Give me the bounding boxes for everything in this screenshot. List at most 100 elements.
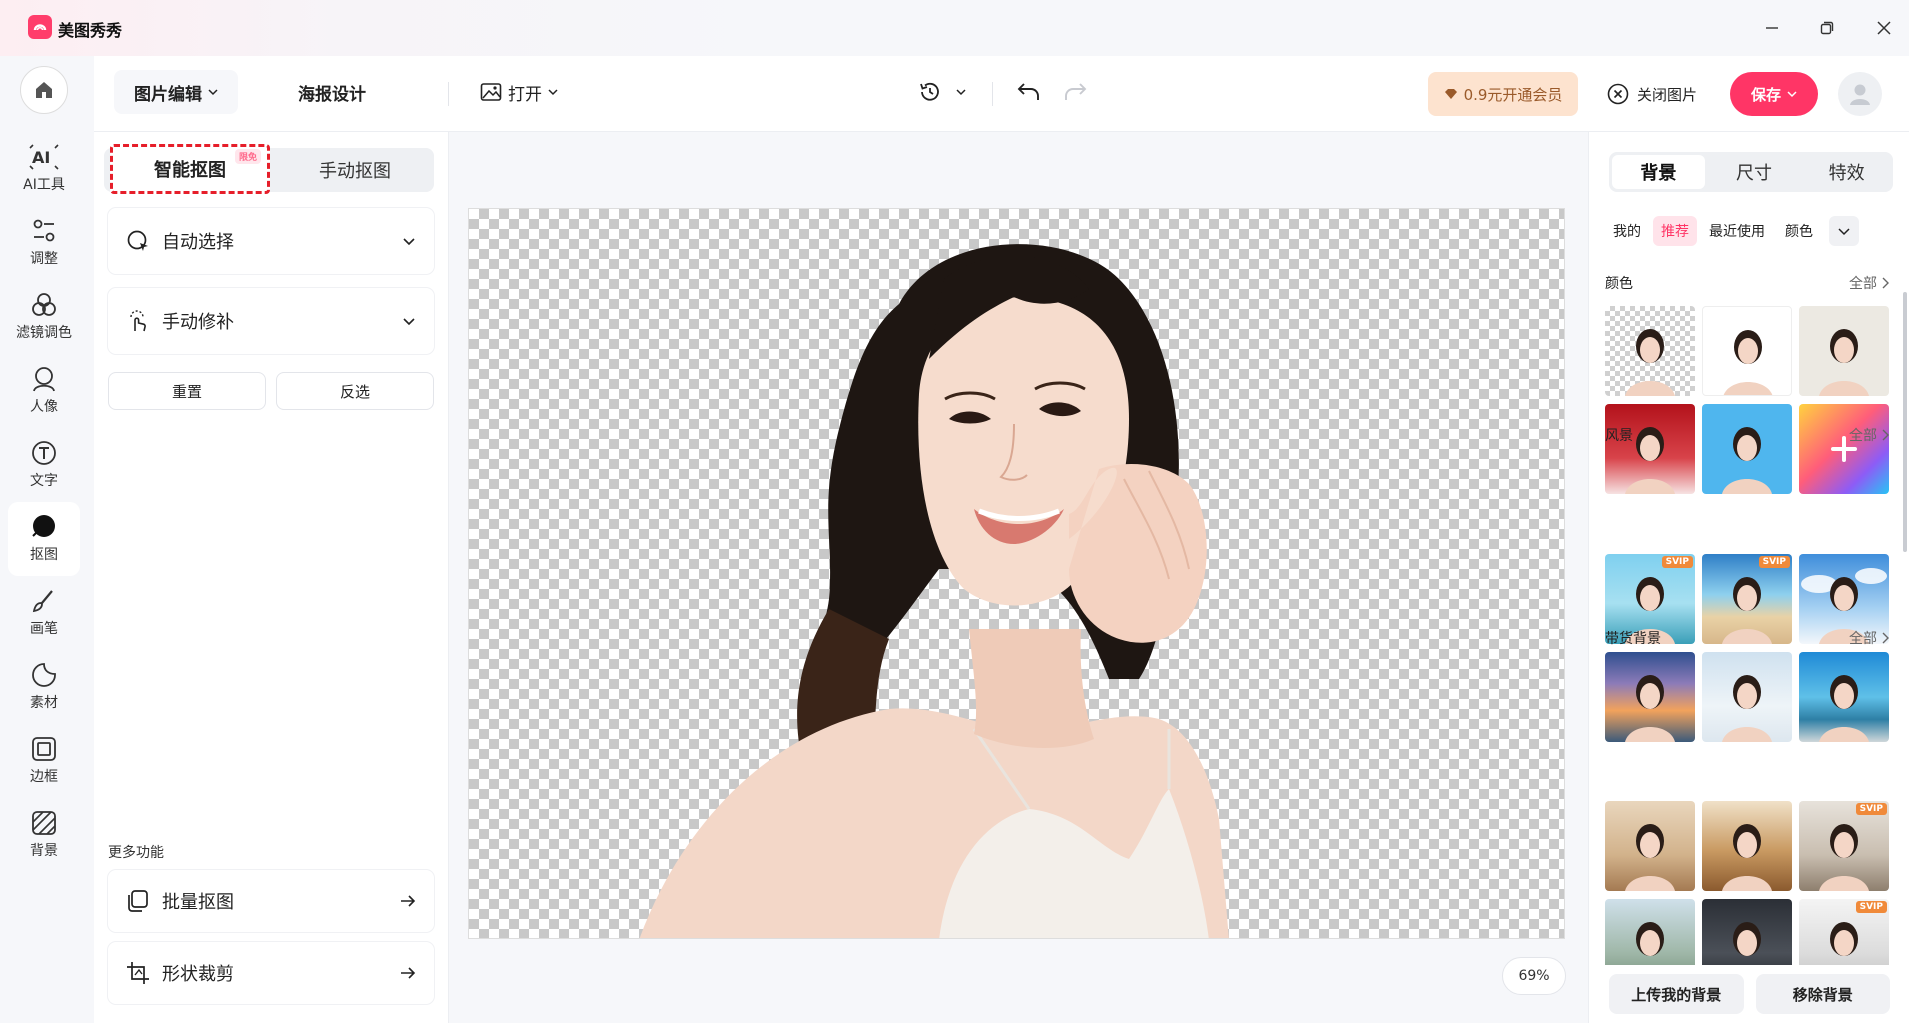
tab-smart-cutout-label: 智能抠图 bbox=[154, 160, 226, 181]
undo-button[interactable] bbox=[1016, 74, 1042, 110]
chevron-right-icon bbox=[1882, 632, 1889, 644]
open-button[interactable]: 打开 bbox=[480, 74, 558, 110]
tab-smart-cutout[interactable]: 智能抠图 限免 bbox=[110, 144, 270, 194]
crop-icon bbox=[127, 962, 149, 984]
batch-cutout-label: 批量抠图 bbox=[162, 892, 234, 913]
mini-portrait-figure bbox=[1819, 329, 1869, 396]
nav-portrait[interactable]: 人像 bbox=[8, 354, 80, 428]
nav-sticker[interactable]: 素材 bbox=[8, 650, 80, 724]
home-button[interactable] bbox=[20, 66, 68, 114]
invert-selection-button[interactable]: 反选 bbox=[276, 372, 434, 410]
ai-icon: AI bbox=[29, 144, 59, 170]
bg-thumb-blue[interactable] bbox=[1702, 404, 1792, 494]
tab-size[interactable]: 尺寸 bbox=[1708, 152, 1801, 192]
home-icon bbox=[36, 82, 52, 98]
tab-effects[interactable]: 特效 bbox=[1800, 152, 1893, 192]
avatar[interactable] bbox=[1838, 72, 1882, 116]
filter-recommended[interactable]: 推荐 bbox=[1653, 216, 1697, 246]
nav-frame[interactable]: 边框 bbox=[8, 724, 80, 798]
bg-thumb-red[interactable] bbox=[1605, 404, 1695, 494]
bg-thumb-white[interactable] bbox=[1702, 306, 1792, 396]
right-panel-tabs: 背景 尺寸 特效 bbox=[1609, 152, 1893, 192]
background-panel: 背景 尺寸 特效 我的 推荐 最近使用 颜色 颜色 全部 风景 全部 SVIP … bbox=[1588, 132, 1909, 1023]
color-see-all-link[interactable]: 全部 bbox=[1849, 273, 1889, 293]
close-window-button[interactable] bbox=[1870, 14, 1898, 42]
vip-button[interactable]: 0.9元开通会员 bbox=[1428, 72, 1578, 116]
minimize-button[interactable] bbox=[1758, 14, 1786, 42]
bg-thumb-coast[interactable] bbox=[1799, 652, 1889, 742]
save-button[interactable]: 保存 bbox=[1730, 72, 1818, 116]
redo-icon bbox=[1065, 83, 1087, 100]
nav-text[interactable]: 文字 bbox=[8, 428, 80, 502]
bg-thumb-sunset[interactable] bbox=[1605, 652, 1695, 742]
filter-expand-button[interactable] bbox=[1829, 216, 1859, 246]
nav-label: 调整 bbox=[30, 251, 58, 267]
filter-color[interactable]: 颜色 bbox=[1777, 216, 1821, 246]
auto-select-accordion[interactable]: 自动选择 bbox=[108, 208, 434, 274]
tab-image-edit[interactable]: 图片编辑 bbox=[114, 70, 238, 114]
bg-thumb-custom-color[interactable] bbox=[1799, 404, 1889, 494]
bg-thumb-snow[interactable] bbox=[1702, 652, 1792, 742]
filter-recent[interactable]: 最近使用 bbox=[1701, 216, 1773, 246]
manual-fix-label: 手动修补 bbox=[162, 312, 234, 333]
section-scenery-title: 风景 bbox=[1605, 428, 1633, 444]
chevron-down-icon bbox=[1787, 91, 1797, 98]
cutout-image[interactable] bbox=[468, 208, 1565, 939]
manual-fix-accordion[interactable]: 手动修补 bbox=[108, 288, 434, 354]
portrait-cutout-figure bbox=[639, 244, 1229, 938]
bg-thumb-kitchen[interactable] bbox=[1702, 801, 1792, 891]
scenery-see-all-link[interactable]: 全部 bbox=[1849, 425, 1889, 445]
bg-thumb-transparent[interactable] bbox=[1605, 306, 1695, 396]
nav-label: 素材 bbox=[30, 695, 58, 711]
image-open-icon bbox=[480, 83, 502, 101]
bg-thumb-beige[interactable] bbox=[1799, 306, 1889, 396]
chevron-right-icon bbox=[1882, 429, 1889, 441]
nav-cutout[interactable]: 抠图 bbox=[8, 502, 80, 576]
upload-background-button[interactable]: 上传我的背景 bbox=[1609, 974, 1744, 1014]
mini-portrait-figure bbox=[1819, 675, 1869, 742]
shape-crop-button[interactable]: 形状裁剪 bbox=[108, 942, 434, 1004]
see-all-label: 全部 bbox=[1849, 276, 1877, 292]
mini-portrait-figure bbox=[1722, 675, 1772, 742]
redo-button[interactable] bbox=[1062, 74, 1088, 110]
title-bar: 美图秀秀 bbox=[0, 0, 1909, 56]
close-image-label: 关闭图片 bbox=[1637, 85, 1698, 104]
see-all-label: 全部 bbox=[1849, 631, 1877, 647]
history-button[interactable] bbox=[918, 74, 966, 110]
frame-icon bbox=[32, 737, 56, 761]
reset-button[interactable]: 重置 bbox=[108, 372, 266, 410]
portrait-icon bbox=[33, 367, 55, 392]
remove-background-button[interactable]: 移除背景 bbox=[1755, 974, 1890, 1014]
toolbar-divider bbox=[448, 82, 449, 106]
bg-thumb-living-room[interactable]: SVIP bbox=[1799, 801, 1889, 891]
batch-cutout-button[interactable]: 批量抠图 bbox=[108, 870, 434, 932]
tab-poster-design[interactable]: 海报设计 bbox=[284, 70, 380, 114]
tab-manual-cutout[interactable]: 手动抠图 bbox=[276, 148, 434, 192]
nav-filter[interactable]: 滤镜调色 bbox=[8, 280, 80, 354]
nav-brush[interactable]: 画笔 bbox=[8, 576, 80, 650]
free-badge: 限免 bbox=[234, 149, 261, 164]
tab-background[interactable]: 背景 bbox=[1612, 155, 1705, 189]
auto-select-icon bbox=[127, 230, 148, 251]
close-image-button[interactable]: 关闭图片 bbox=[1607, 74, 1697, 114]
filter-mine[interactable]: 我的 bbox=[1605, 216, 1649, 246]
save-label: 保存 bbox=[1750, 85, 1781, 104]
zoom-level[interactable]: 69% bbox=[1502, 957, 1566, 995]
mini-portrait-figure bbox=[1722, 427, 1772, 494]
section-color-title: 颜色 bbox=[1605, 276, 1633, 292]
svg-text:AI: AI bbox=[32, 148, 50, 167]
arrow-right-icon bbox=[401, 895, 416, 907]
adjust-icon bbox=[33, 219, 55, 242]
mini-portrait-figure bbox=[1625, 675, 1675, 742]
toolbar-divider bbox=[992, 82, 993, 106]
nav-label: AI工具 bbox=[23, 177, 65, 193]
canvas-area: 69% bbox=[450, 132, 1587, 1023]
chevron-down-icon bbox=[548, 89, 558, 96]
right-panel-scrollbar[interactable] bbox=[1903, 292, 1907, 552]
ecommerce-see-all-link[interactable]: 全部 bbox=[1849, 628, 1889, 648]
bg-thumb-room-warm[interactable] bbox=[1605, 801, 1695, 891]
nav-adjust[interactable]: 调整 bbox=[8, 206, 80, 280]
nav-background[interactable]: 背景 bbox=[8, 798, 80, 872]
nav-ai-tools[interactable]: AI AI工具 bbox=[8, 132, 80, 206]
maximize-button[interactable] bbox=[1813, 14, 1841, 42]
